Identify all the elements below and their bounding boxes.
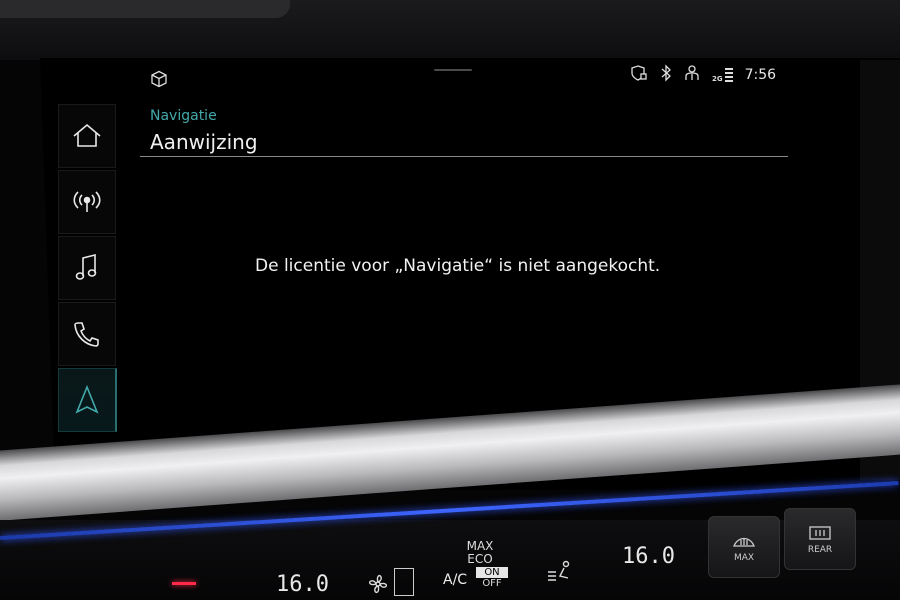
phone-icon bbox=[72, 319, 102, 349]
bluetooth-icon bbox=[660, 64, 672, 86]
fan-level-bar bbox=[394, 568, 414, 596]
temp-right[interactable]: 16.0 bbox=[622, 544, 675, 569]
max-eco-labels: MAX ECO bbox=[440, 540, 520, 566]
ac-button[interactable]: A/C bbox=[443, 572, 467, 588]
page-title: Aanwijzing bbox=[150, 130, 258, 154]
shield-lock-icon bbox=[630, 64, 648, 86]
clock: 7:56 bbox=[744, 67, 777, 83]
sidebar-item-navigation[interactable] bbox=[58, 368, 117, 432]
fan-icon[interactable] bbox=[366, 572, 390, 600]
signal-icon: 2G bbox=[712, 67, 733, 83]
radio-icon bbox=[71, 188, 103, 216]
home-icon bbox=[71, 122, 103, 150]
music-note-icon bbox=[73, 253, 101, 283]
air-distribution-icon[interactable] bbox=[546, 560, 576, 590]
eco-label: ECO bbox=[467, 552, 493, 566]
indicator-led bbox=[172, 582, 196, 585]
section-label: Navigatie bbox=[150, 108, 217, 124]
rear-defrost-icon bbox=[808, 524, 832, 545]
sidebar-item-phone[interactable] bbox=[58, 302, 116, 366]
rear-defrost-button[interactable]: REAR bbox=[784, 508, 856, 570]
defrost-max-label: MAX bbox=[733, 552, 755, 563]
network-label: 2G bbox=[712, 75, 723, 83]
sidebar bbox=[58, 104, 124, 434]
dashboard-lip bbox=[0, 0, 290, 18]
ac-on-off[interactable]: ON OFF bbox=[476, 567, 508, 589]
status-icons: 2G 7:56 bbox=[630, 64, 776, 86]
title-divider bbox=[140, 156, 788, 157]
user-icon bbox=[684, 64, 700, 86]
license-message: De licentie voor „Navigatie“ is niet aan… bbox=[255, 256, 661, 276]
temp-left[interactable]: 16.0 bbox=[276, 572, 329, 597]
windshield-defrost-icon bbox=[732, 532, 756, 553]
off-label: OFF bbox=[482, 578, 502, 589]
cube-icon[interactable] bbox=[150, 70, 168, 92]
defrost-max-button[interactable]: MAX bbox=[708, 516, 780, 578]
sidebar-item-home[interactable] bbox=[58, 104, 116, 168]
sidebar-item-radio[interactable] bbox=[58, 170, 116, 234]
drag-handle[interactable] bbox=[434, 69, 472, 71]
on-label: ON bbox=[476, 567, 508, 578]
sidebar-item-media[interactable] bbox=[58, 236, 116, 300]
navigation-arrow-icon bbox=[73, 384, 101, 416]
status-bar: 2G 7:56 bbox=[140, 60, 800, 90]
rear-label: REAR bbox=[807, 544, 833, 555]
